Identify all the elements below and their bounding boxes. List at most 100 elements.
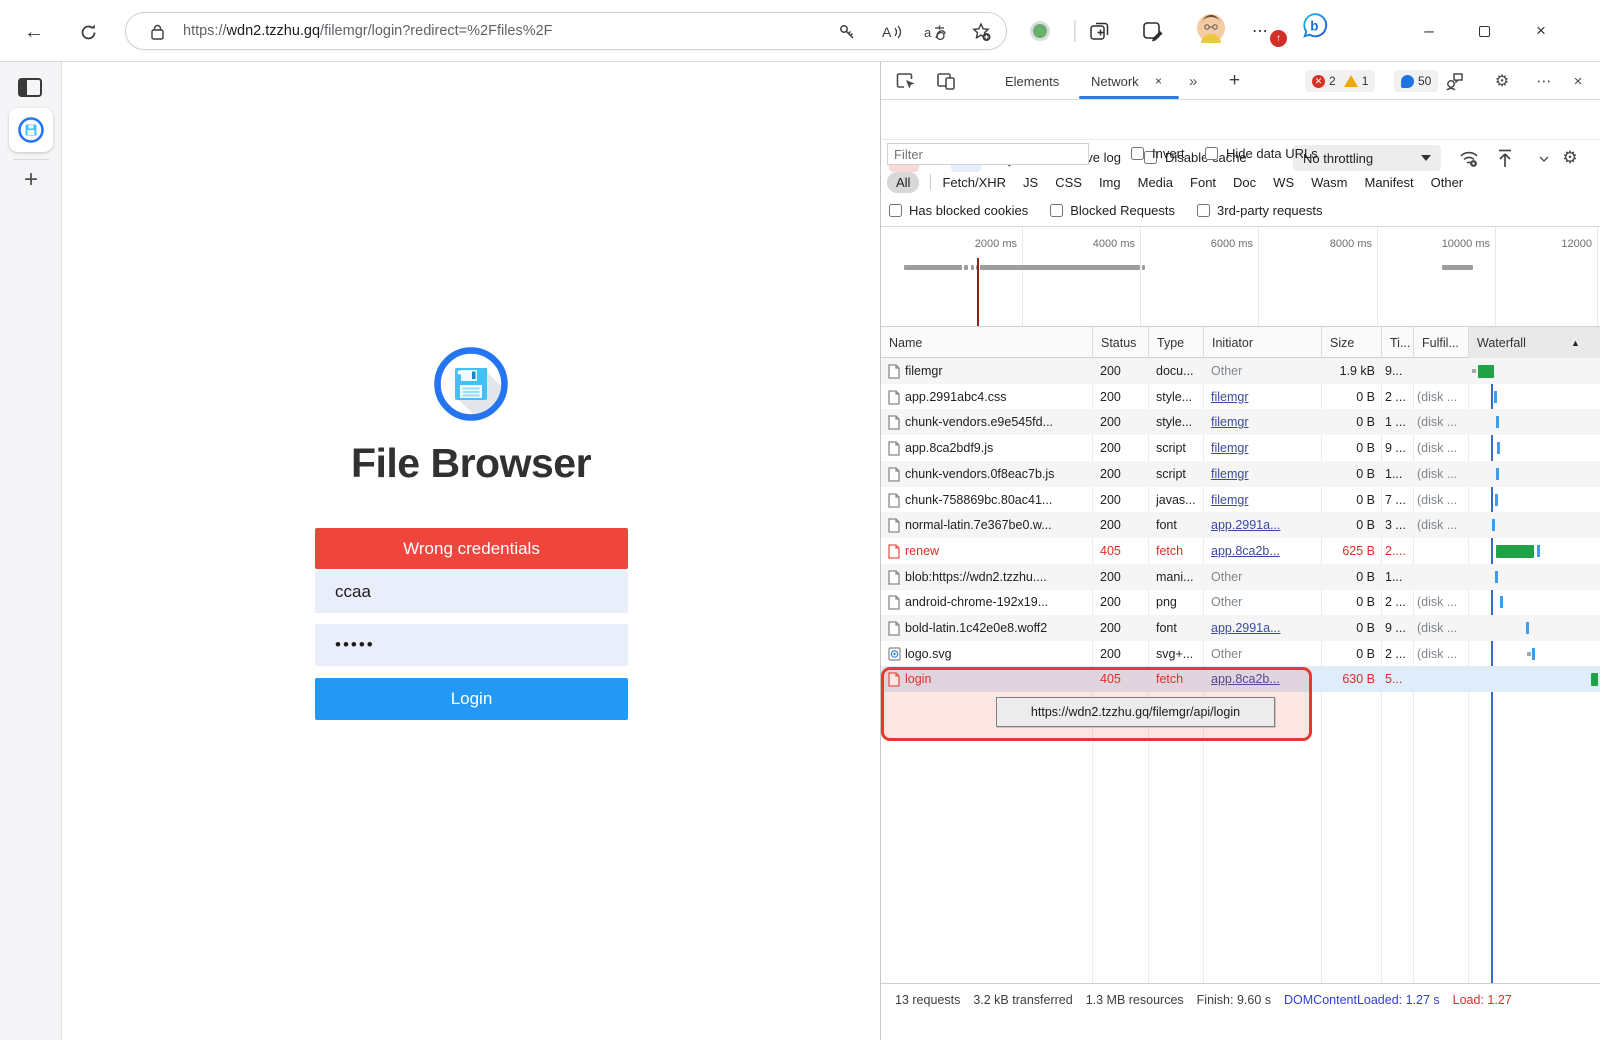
waterfall-tick (1495, 494, 1498, 506)
request-initiator[interactable]: filemgr (1211, 461, 1319, 487)
tabstrip-divider (13, 159, 49, 160)
tab-actions-icon[interactable] (18, 78, 43, 98)
lock-icon[interactable] (142, 20, 172, 44)
request-initiator[interactable]: filemgr (1211, 384, 1319, 410)
document-file-icon (888, 467, 900, 482)
address-bar[interactable]: https://wdn2.tzzhu.gq/filemgr/login?redi… (125, 12, 1007, 50)
window-close-button[interactable]: × (1524, 14, 1558, 48)
update-badge: ↑ (1270, 30, 1287, 47)
request-name: normal-latin.7e367be0.w... (905, 512, 1090, 538)
request-time: 9... (1385, 358, 1411, 384)
request-time: 9 ... (1385, 435, 1411, 461)
request-time: 1... (1385, 461, 1411, 487)
request-size: 0 B (1323, 589, 1375, 615)
request-initiator[interactable]: filemgr (1211, 409, 1319, 435)
request-row-renew[interactable]: renew405fetchapp.8ca2b...625 B2.... (881, 538, 1600, 564)
read-aloud-icon[interactable]: A (876, 20, 906, 44)
request-fulfilled: (disk ... (1417, 409, 1466, 435)
request-initiator[interactable]: app.2991a... (1211, 512, 1319, 538)
request-status: 200 (1100, 512, 1146, 538)
login-button[interactable]: Login (315, 678, 628, 720)
translate-icon[interactable]: a (920, 20, 950, 44)
request-row-app-2991abc4-css[interactable]: app.2991abc4.css200style...filemgr0 B2 .… (881, 384, 1600, 410)
document-file-icon (888, 544, 900, 559)
request-row-app-8ca2bdf9-js[interactable]: app.8ca2bdf9.js200scriptfilemgr0 B9 ...(… (881, 435, 1600, 461)
request-time: 1 ... (1385, 409, 1411, 435)
status-domcontentloaded: DOMContentLoaded: 1.27 s (1284, 993, 1440, 1007)
request-initiator[interactable]: filemgr (1211, 487, 1319, 513)
request-initiator: Other (1211, 564, 1319, 590)
waterfall-tick (1492, 519, 1495, 531)
request-name: logo.svg (905, 641, 1090, 667)
waterfall-bar (1496, 545, 1534, 558)
request-row-bold-latin-1c42e0e8-woff2[interactable]: bold-latin.1c42e0e8.woff2200fontapp.2991… (881, 615, 1600, 641)
active-tab-filebrowser[interactable] (9, 108, 53, 152)
request-size: 0 B (1323, 435, 1375, 461)
favorites-star-icon[interactable] (966, 20, 996, 44)
request-size: 630 B (1323, 666, 1375, 692)
document-file-icon (888, 570, 900, 585)
request-row-chunk-vendors-0f8eac7b-js[interactable]: chunk-vendors.0f8eac7b.js200scriptfilemg… (881, 461, 1600, 487)
request-fulfilled (1417, 666, 1466, 692)
waterfall-bar (1591, 673, 1598, 686)
document-file-icon (888, 621, 900, 636)
web-capture-icon[interactable] (1138, 17, 1168, 45)
requests-table-body: filemgr200docu...Other1.9 kB9...app.2991… (881, 62, 1600, 1040)
status-3-2-kb-transferred: 3.2 kB transferred (973, 993, 1072, 1007)
profile-avatar[interactable] (1196, 14, 1226, 42)
request-fulfilled: (disk ... (1417, 615, 1466, 641)
window-minimize-button[interactable]: – (1412, 14, 1446, 48)
back-icon[interactable]: ← (18, 16, 50, 48)
waterfall-tick (1532, 648, 1535, 660)
request-size: 0 B (1323, 409, 1375, 435)
request-status: 405 (1100, 538, 1146, 564)
request-name: renew (905, 538, 1090, 564)
request-time: 7 ... (1385, 487, 1411, 513)
request-time: 2 ... (1385, 384, 1411, 410)
url-text[interactable]: https://wdn2.tzzhu.gq/filemgr/login?redi… (183, 23, 553, 39)
request-row-android-chrome-192x19[interactable]: android-chrome-192x19...200pngOther0 B2 … (881, 589, 1600, 615)
request-type: style... (1156, 409, 1201, 435)
request-row-chunk-vendors-e9e545fd[interactable]: chunk-vendors.e9e545fd...200style...file… (881, 409, 1600, 435)
request-size: 0 B (1323, 487, 1375, 513)
extension-icon[interactable] (1025, 17, 1055, 45)
request-size: 0 B (1323, 384, 1375, 410)
document-file-icon (888, 518, 900, 533)
status-finish: Finish: 9.60 s (1197, 993, 1271, 1007)
request-fulfilled: (disk ... (1417, 512, 1466, 538)
request-initiator[interactable]: app.2991a... (1211, 615, 1319, 641)
request-type: script (1156, 461, 1201, 487)
request-time: 9 ... (1385, 615, 1411, 641)
browser-toolbar: ← https://wdn2.tzzhu.gq/filemgr/login?re… (0, 0, 1600, 62)
collections-icon[interactable] (1085, 17, 1115, 45)
request-name: blob:https://wdn2.tzzhu.... (905, 564, 1090, 590)
password-input[interactable] (315, 624, 628, 666)
status-load: Load: 1.27 (1453, 993, 1512, 1007)
password-key-icon[interactable] (832, 20, 862, 44)
request-row-blob-https-wdn2-tzzhu[interactable]: blob:https://wdn2.tzzhu....200mani...Oth… (881, 564, 1600, 590)
request-row-chunk-758869bc-80ac41[interactable]: chunk-758869bc.80ac41...200javas...filem… (881, 487, 1600, 513)
request-type: mani... (1156, 564, 1201, 590)
waterfall-bar (1478, 365, 1494, 378)
request-fulfilled (1417, 538, 1466, 564)
request-row-logo-svg[interactable]: logo.svg200svg+...Other0 B2 ...(disk ... (881, 641, 1600, 667)
request-row-normal-latin-7e367be0-w[interactable]: normal-latin.7e367be0.w...200fontapp.299… (881, 512, 1600, 538)
status-1-3-mb-resources: 1.3 MB resources (1086, 993, 1184, 1007)
svg-text:b: b (1310, 19, 1318, 34)
new-tab-button[interactable]: + (17, 166, 45, 194)
waterfall-tick (1526, 622, 1529, 634)
request-initiator[interactable]: filemgr (1211, 435, 1319, 461)
request-initiator[interactable]: app.8ca2b... (1211, 538, 1319, 564)
bing-chat-icon[interactable]: b (1300, 12, 1330, 40)
username-input[interactable] (315, 571, 628, 613)
request-status: 200 (1100, 461, 1146, 487)
window-maximize-button[interactable] (1467, 14, 1501, 48)
request-time: 2 ... (1385, 589, 1411, 615)
vertical-tab-strip: + (0, 62, 62, 1040)
refresh-icon[interactable] (72, 16, 104, 48)
request-size: 0 B (1323, 641, 1375, 667)
page-title: File Browser (62, 440, 880, 487)
request-row-filemgr[interactable]: filemgr200docu...Other1.9 kB9... (881, 358, 1600, 384)
request-size: 0 B (1323, 461, 1375, 487)
request-name: app.8ca2bdf9.js (905, 435, 1090, 461)
